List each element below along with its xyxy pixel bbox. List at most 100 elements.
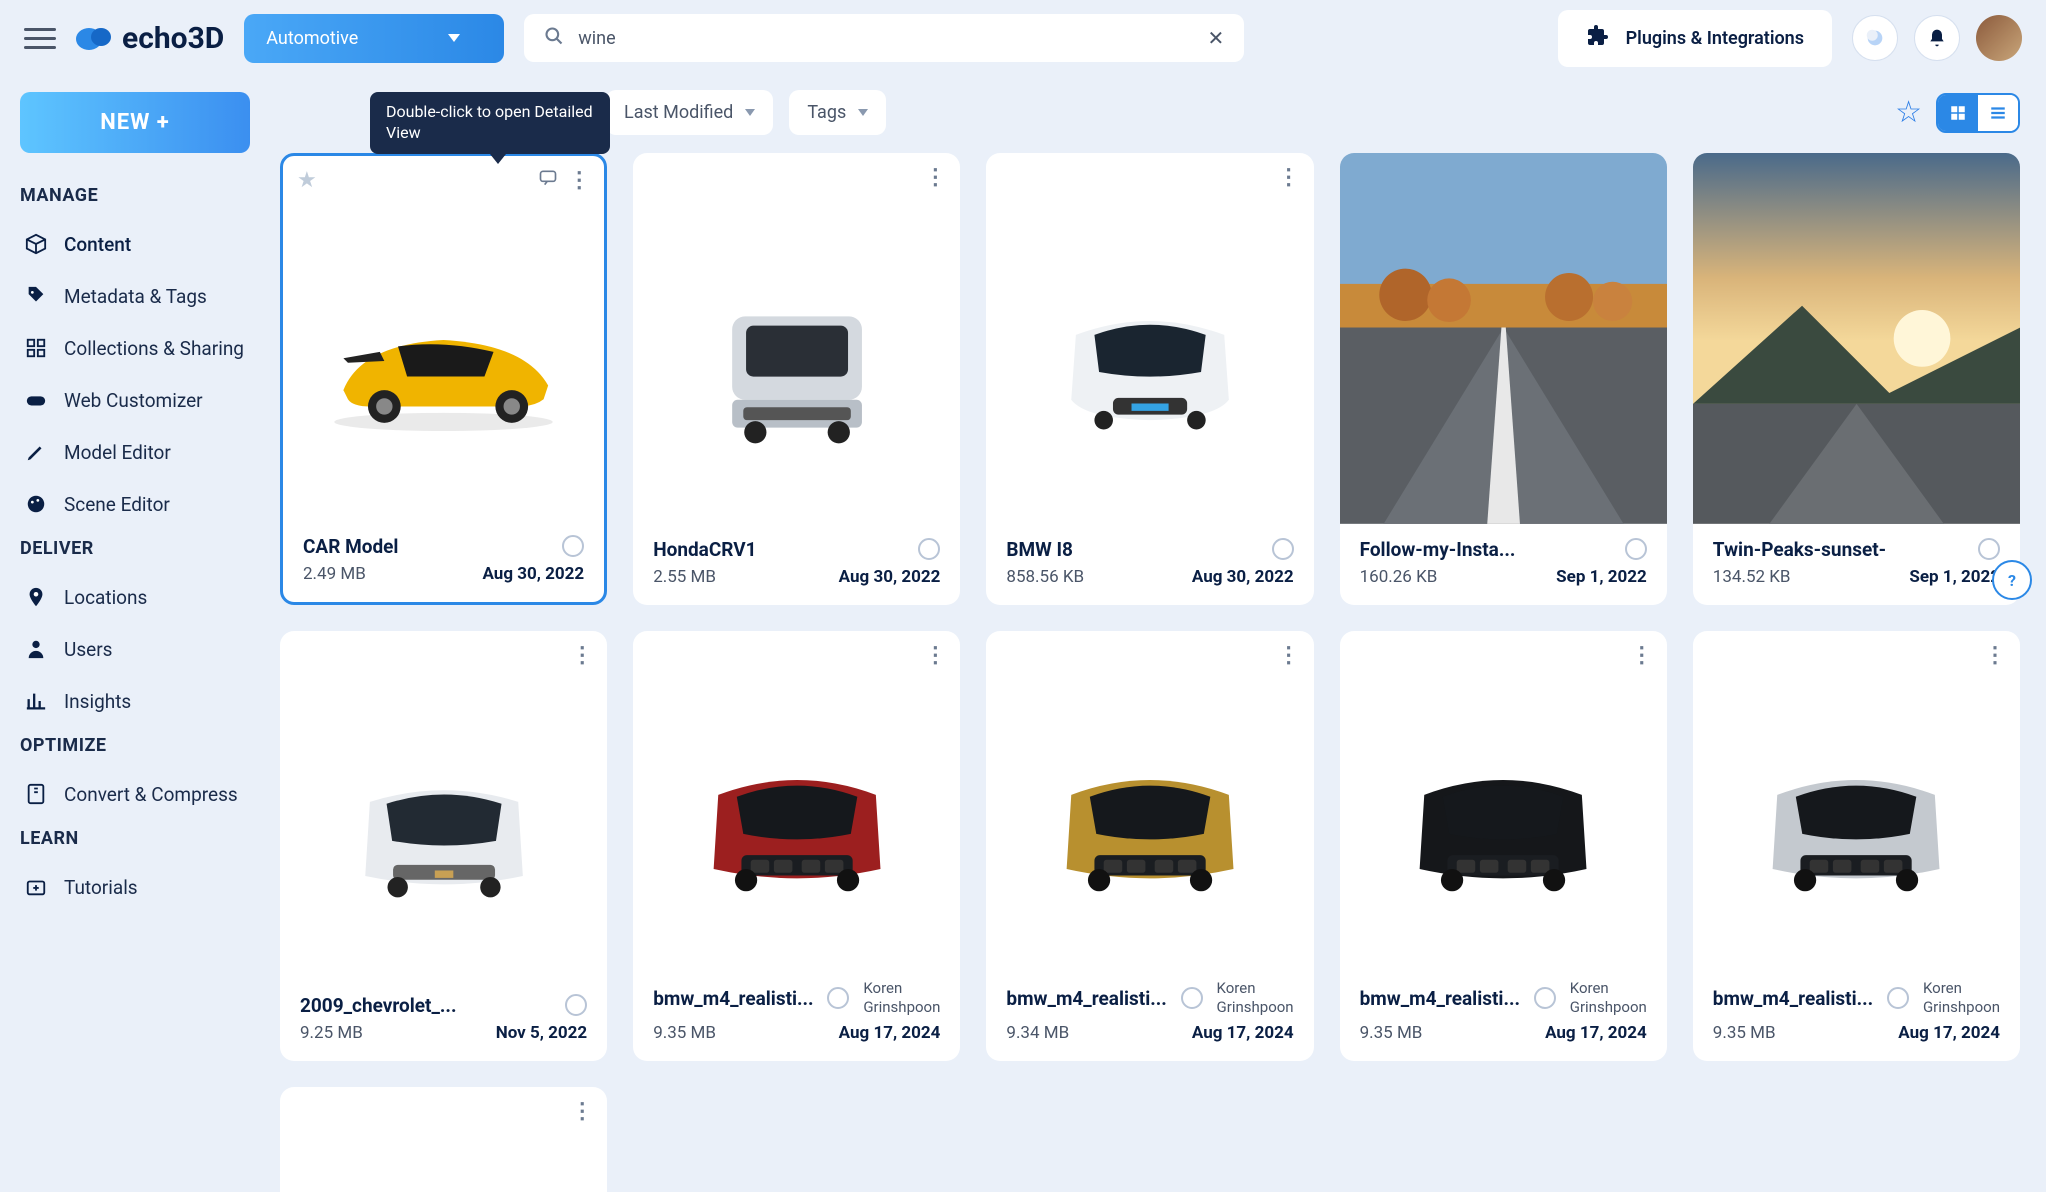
person-icon [24,637,48,661]
asset-card[interactable]: ⋮ bmw_m4_realisti...KorenGrinshpoon 9.35… [1693,631,2020,1061]
asset-card[interactable]: ⋮ 2009_chevrolet_... 9.25 MB Nov 5, 2022 [280,631,607,1061]
controller-icon [24,388,48,412]
star-icon[interactable]: ★ [297,168,317,193]
category-value: Automotive [266,28,358,49]
asset-card[interactable]: ⋮ HondaCRV1 2.55 MBAug 30, 2022 [633,153,960,605]
asset-card[interactable]: Follow-my-Insta... 160.26 KB Sep 1, 2022 [1340,153,1667,605]
new-button[interactable]: NEW + [20,92,250,153]
brand-name: echo3D [122,21,224,56]
card-date: Aug 17, 2024 [1898,1023,2000,1043]
notifications-button[interactable] [1914,15,1960,61]
card-name: 2009_chevrolet_... [300,994,456,1017]
nav-metadata[interactable]: Metadata & Tags [14,270,256,322]
grid-icon [24,336,48,360]
nav-label: Model Editor [64,441,171,464]
nav-insights[interactable]: Insights [14,675,256,727]
nav-label: Users [64,638,112,661]
card-size: 9.34 MB [1006,1023,1069,1043]
card-thumbnail [280,680,607,980]
card-thumbnail [633,202,960,524]
menu-toggle[interactable] [24,22,56,54]
card-date: Aug 30, 2022 [482,564,584,584]
favorites-filter[interactable]: ☆ [1895,95,1922,130]
asset-card[interactable]: ⋮ bmw_m4_realisti...KorenGrinshpoon 9.35… [633,631,960,1061]
card-size: 160.26 KB [1360,567,1438,587]
nav-label: Locations [64,586,147,609]
category-dropdown[interactable]: Automotive [244,14,504,63]
toolbar: Double-click to open Detailed View Last … [280,90,2020,135]
nav-label: Insights [64,690,131,713]
card-name: bmw_m4_realisti... [1006,987,1166,1010]
more-icon[interactable]: ⋮ [924,165,946,190]
chevron-down-icon [745,109,755,116]
card-size: 9.35 MB [1360,1023,1423,1043]
comment-icon[interactable] [538,168,558,193]
more-icon[interactable]: ⋮ [571,1099,593,1124]
card-name: BMW I8 [1006,538,1073,561]
more-icon[interactable]: ⋮ [1631,643,1653,668]
asset-card[interactable]: ★⋮ CAR Model 2.49 MBAug 30, 2022 [280,153,607,605]
card-date: Nov 5, 2022 [496,1023,587,1043]
card-size: 858.56 KB [1006,567,1084,587]
asset-card[interactable]: ⋮ BMW I8 858.56 KB Aug 30, 2022 [986,153,1313,605]
nav-locations[interactable]: Locations [14,571,256,623]
card-date: Aug 17, 2024 [1545,1023,1647,1043]
plugins-button[interactable]: Plugins & Integrations [1558,10,1832,67]
card-size: 2.49 MB [303,564,366,584]
nav-model-editor[interactable]: Model Editor [14,426,256,478]
search-input[interactable] [578,28,1193,49]
chevron-down-icon [448,34,460,42]
asset-card[interactable]: ⋮ [280,1087,607,1192]
more-icon[interactable]: ⋮ [1278,165,1300,190]
clear-search-icon[interactable]: ✕ [1208,26,1225,50]
nav-tutorials[interactable]: Tutorials [14,861,256,913]
card-date: Sep 1, 2022 [1909,567,2000,587]
filter-last-modified[interactable]: Last Modified [606,90,773,135]
nav-scene-editor[interactable]: Scene Editor [14,478,256,530]
asset-card[interactable]: Twin-Peaks-sunset- 134.52 KBSep 1, 2022 [1693,153,2020,605]
card-date: Sep 1, 2022 [1556,567,1647,587]
nav-web-customizer[interactable]: Web Customizer [14,374,256,426]
owner-icon [1625,538,1647,560]
section-deliver: DELIVER [14,530,256,571]
card-date: Aug 17, 2024 [839,1023,941,1043]
more-icon[interactable]: ⋮ [1984,643,2006,668]
card-size: 9.25 MB [300,1023,363,1043]
nav-convert[interactable]: Convert & Compress [14,768,256,820]
view-toggle [1936,93,2020,133]
search-box[interactable]: ✕ [524,14,1244,62]
view-list-button[interactable] [1978,95,2018,131]
pencil-icon [24,440,48,464]
view-grid-button[interactable] [1938,95,1978,131]
search-icon [544,26,564,50]
nav-users[interactable]: Users [14,623,256,675]
tag-icon [24,284,48,308]
nav-content[interactable]: Content [14,218,256,270]
card-size: 134.52 KB [1713,567,1791,587]
owner-icon [918,538,940,560]
chevron-down-icon [858,109,868,116]
help-button[interactable]: ? [1992,560,2032,600]
nav-collections[interactable]: Collections & Sharing [14,322,256,374]
theme-toggle[interactable] [1852,15,1898,61]
more-icon[interactable]: ⋮ [1278,643,1300,668]
asset-card[interactable]: ⋮ bmw_m4_realisti...KorenGrinshpoon 9.35… [1340,631,1667,1061]
nav-label: Metadata & Tags [64,285,207,308]
asset-card[interactable]: ⋮ bmw_m4_realisti...KorenGrinshpoon 9.34… [986,631,1313,1061]
more-icon[interactable]: ⋮ [924,643,946,668]
filter-label: Tags [807,102,846,123]
card-date: Aug 30, 2022 [839,567,941,587]
user-avatar[interactable] [1976,15,2022,61]
pin-icon [24,585,48,609]
filter-tags[interactable]: Tags [789,90,886,135]
card-date: Aug 30, 2022 [1192,567,1294,587]
first-aid-icon [24,875,48,899]
section-optimize: OPTIMIZE [14,727,256,768]
more-icon[interactable]: ⋮ [568,168,590,193]
brand-logo[interactable]: echo3D [76,21,224,56]
cloud-icon [76,24,112,52]
more-icon[interactable]: ⋮ [571,643,593,668]
owner-icon [827,987,849,1009]
card-name: HondaCRV1 [653,538,756,561]
card-name: Follow-my-Insta... [1360,538,1516,561]
